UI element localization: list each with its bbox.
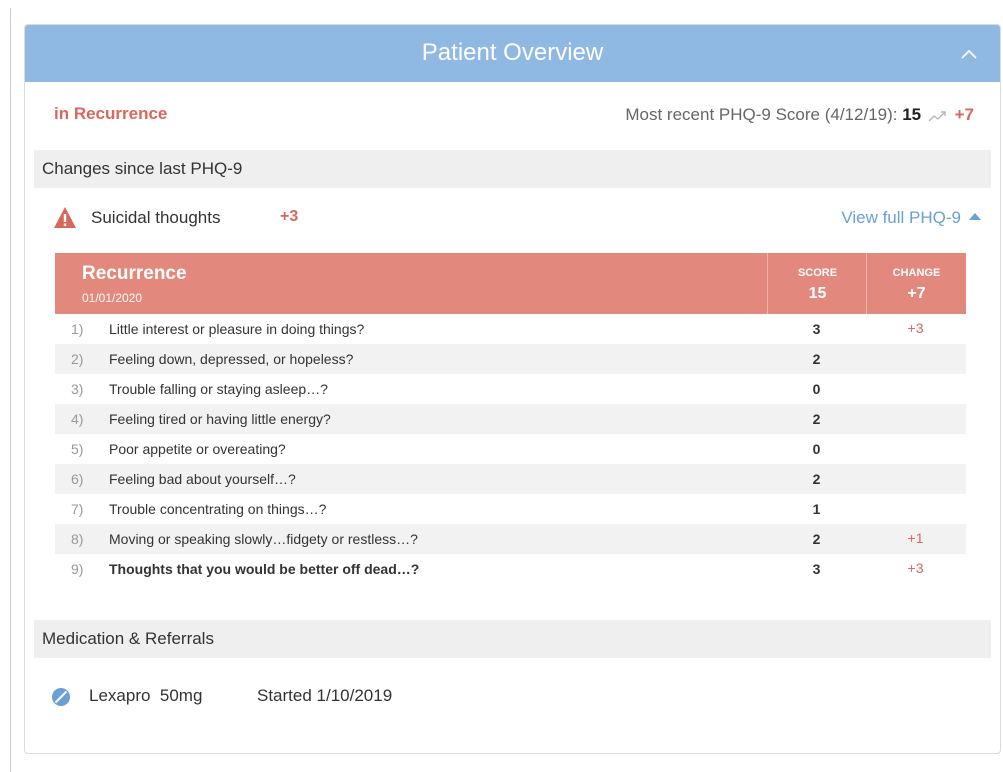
table-date: 01/01/2020	[82, 291, 143, 305]
score-header-label: SCORE	[797, 267, 838, 279]
card-title: Patient Overview	[421, 39, 604, 66]
trend-up-icon	[928, 110, 946, 122]
caret-up-icon	[969, 213, 981, 221]
table-row: 6) Feeling bad about yourself…? 2	[55, 464, 966, 494]
question-score: 2	[812, 411, 821, 427]
question-number: 1)	[71, 321, 84, 337]
table-row: 7) Trouble concentrating on things…? 1	[55, 494, 966, 524]
question-number: 9)	[71, 561, 84, 577]
question-score: 2	[812, 351, 821, 367]
table-row: 9) Thoughts that you would be better off…	[55, 554, 966, 584]
question-text: Poor appetite or overeating?	[109, 441, 286, 457]
question-number: 2)	[71, 351, 84, 367]
question-number: 5)	[71, 441, 84, 457]
medication-name: Lexapro 50mg	[89, 686, 203, 705]
question-number: 6)	[71, 471, 84, 487]
question-score: 3	[812, 321, 821, 337]
table-row: 5) Poor appetite or overeating? 0	[55, 434, 966, 464]
question-score: 0	[812, 441, 821, 457]
question-text: Trouble concentrating on things…?	[109, 501, 327, 517]
table-row: 1) Little interest or pleasure in doing …	[55, 314, 966, 344]
question-text: Thoughts that you would be better off de…	[109, 561, 420, 577]
table-row: 8) Moving or speaking slowly…fidgety or …	[55, 524, 966, 554]
table-row: 3) Trouble falling or staying asleep…? 0	[55, 374, 966, 404]
phq9-table-header: Recurrence 01/01/2020 SCORE 15 CHANGE +7	[55, 253, 966, 314]
recent-phq9-score: Most recent PHQ-9 Score (4/12/19): 15 +7	[625, 105, 974, 125]
alert-change: +3	[280, 208, 299, 225]
alert-label: Suicidal thoughts	[91, 208, 221, 227]
question-text: Feeling bad about yourself…?	[109, 471, 296, 487]
score-column-header: SCORE 15	[767, 253, 867, 314]
pill-icon	[52, 688, 70, 706]
patient-overview-card: Patient Overview in Recurrence Most rece…	[24, 24, 1001, 754]
question-number: 4)	[71, 411, 84, 427]
question-text: Moving or speaking slowly…fidgety or res…	[109, 531, 418, 547]
chevron-up-icon[interactable]	[958, 43, 980, 65]
table-row: 2) Feeling down, depressed, or hopeless?…	[55, 344, 966, 374]
question-change: +3	[907, 320, 924, 336]
view-full-phq9-label: View full PHQ-9	[841, 208, 961, 227]
table-row: 4) Feeling tired or having little energy…	[55, 404, 966, 434]
change-column-header: CHANGE +7	[866, 253, 966, 314]
medication-item: Lexapro 50mg Started 1/10/2019	[51, 685, 551, 709]
card-header[interactable]: Patient Overview	[25, 25, 1000, 82]
suicidal-thoughts-alert: Suicidal thoughts +3 View full PHQ-9	[53, 206, 983, 232]
question-text: Trouble falling or staying asleep…?	[109, 381, 328, 397]
recent-score-label: Most recent PHQ-9 Score (4/12/19):	[625, 105, 898, 124]
phq9-table: Recurrence 01/01/2020 SCORE 15 CHANGE +7…	[55, 253, 966, 584]
changes-section-header: Changes since last PHQ-9	[34, 150, 991, 188]
question-change: +1	[907, 530, 924, 546]
question-score: 3	[812, 561, 821, 577]
question-score: 2	[812, 471, 821, 487]
question-change: +3	[907, 560, 924, 576]
table-title: Recurrence	[82, 263, 187, 284]
patient-status: in Recurrence	[54, 104, 168, 123]
question-text: Little interest or pleasure in doing thi…	[109, 321, 365, 337]
change-header-label: CHANGE	[892, 267, 941, 279]
question-number: 7)	[71, 501, 84, 517]
page-left-border	[10, 8, 11, 772]
question-text: Feeling tired or having little energy?	[109, 411, 331, 427]
question-number: 3)	[71, 381, 84, 397]
change-total: +7	[907, 285, 926, 302]
recent-score-value: 15	[902, 105, 922, 124]
question-score: 2	[812, 531, 821, 547]
medication-section-header: Medication & Referrals	[34, 620, 991, 658]
view-full-phq9-link[interactable]: View full PHQ-9	[841, 208, 981, 228]
question-score: 0	[812, 381, 821, 397]
medication-start-date: Started 1/10/2019	[257, 686, 393, 705]
score-total: 15	[808, 285, 827, 302]
question-number: 8)	[71, 531, 84, 547]
recent-score-change: +7	[954, 105, 974, 124]
question-text: Feeling down, depressed, or hopeless?	[109, 351, 354, 367]
question-score: 1	[812, 501, 821, 517]
warning-icon	[54, 207, 76, 228]
